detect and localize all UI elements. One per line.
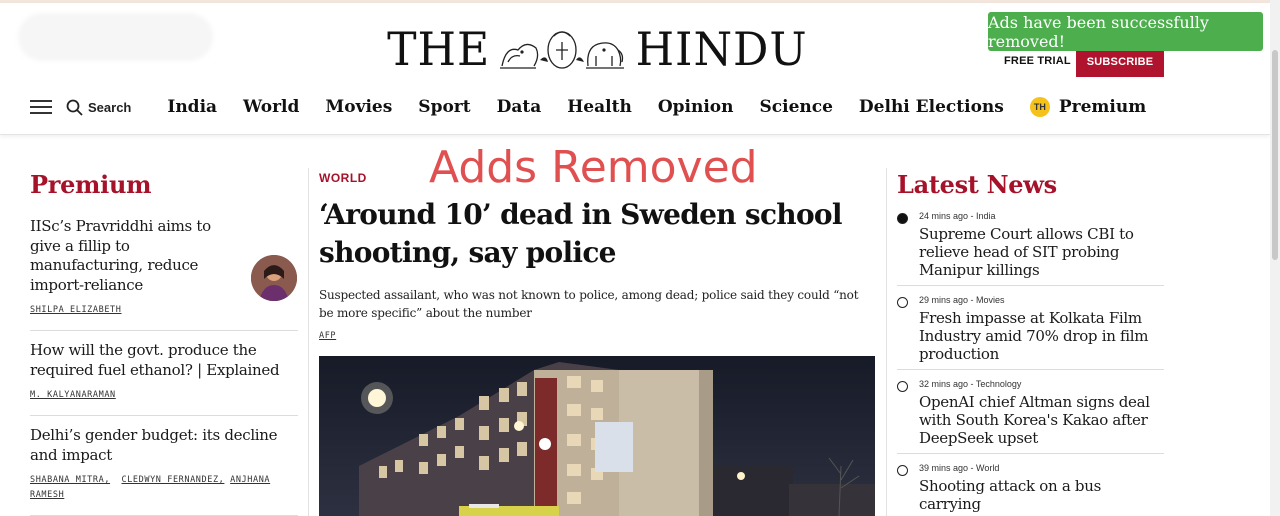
masthead-emblem-icon [500,31,625,69]
latest-news-item[interactable]: 32 mins ago - Technology OpenAI chief Al… [897,379,1164,454]
timeline-dot-icon [897,213,908,224]
news-title[interactable]: Fresh impasse at Kolkata Film Industry a… [919,309,1164,363]
premium-section: Premium IISc’s Pravriddhi aims to give a… [30,170,298,516]
byline: SHILPA ELIZABETH [30,303,298,318]
nav-item-india[interactable]: India [167,97,217,117]
nav-item-world[interactable]: World [243,97,299,117]
news-title[interactable]: OpenAI chief Altman signs deal with Sout… [919,393,1164,447]
nav-item-data[interactable]: Data [497,97,542,117]
lead-image [319,356,875,516]
premium-badge-icon: TH [1029,97,1050,117]
lead-headline[interactable]: ‘Around 10’ dead in Sweden school shooti… [319,196,875,272]
timeline-dot-icon [897,381,908,392]
nav-item-movies[interactable]: Movies [325,97,392,117]
lead-summary: Suspected assailant, who was not known t… [319,288,859,320]
premium-story[interactable]: How will the govt. produce the required … [30,341,298,416]
timeline-dot-icon [897,465,908,476]
premium-story[interactable]: IISc’s Pravriddhi aims to give a fillip … [30,217,298,331]
ads-removed-notification: Ads have been successfully removed! [988,12,1263,51]
news-timeline: 24 mins ago - India Supreme Court allows… [897,211,1167,516]
news-meta: 32 mins ago - Technology [919,379,1022,389]
news-meta: 24 mins ago - India [919,211,996,221]
author-avatar [251,255,297,301]
nav-item-opinion[interactable]: Opinion [658,97,734,117]
byline: SHABANA MITRA, CLEDWYN FERNANDEZ, ANJHAN… [30,473,298,503]
story-category[interactable]: WORLD [319,171,367,185]
column-divider [308,168,309,516]
author-link[interactable]: M. KALYANARAMAN [30,390,116,400]
author-link[interactable]: SHILPA ELIZABETH [30,305,121,315]
free-trial-link[interactable]: FREE TRIAL [1004,55,1071,67]
faded-placeholder [18,13,213,61]
nav-item-sport[interactable]: Sport [418,97,470,117]
news-meta: 29 mins ago - Movies [919,295,1005,305]
lead-photo[interactable] [319,356,875,516]
premium-story[interactable]: Delhi’s gender budget: its decline and i… [30,426,298,516]
logo-text-right: HINDU [635,22,808,76]
news-title[interactable]: Supreme Court allows CBI to relieve head… [919,225,1164,279]
scrollbar-thumb[interactable] [1272,50,1278,260]
search-button[interactable]: Search [66,99,131,116]
news-meta: 39 mins ago - World [919,463,1000,473]
story-title[interactable]: How will the govt. produce the required … [30,341,298,380]
logo-text-left: THE [387,22,491,76]
nav-item-health[interactable]: Health [567,97,632,117]
author-link[interactable]: CLEDWYN FERNANDEZ, [121,475,224,485]
latest-news-item[interactable]: 29 mins ago - Movies Fresh impasse at Ko… [897,295,1164,370]
author-photo [251,255,297,301]
nav-item-science[interactable]: Science [759,97,832,117]
search-label: Search [88,99,132,115]
subscribe-button[interactable]: SUBSCRIBE [1076,47,1164,77]
menu-icon[interactable] [30,100,52,114]
search-icon [66,99,83,116]
column-divider [886,168,887,516]
news-title[interactable]: Shooting attack on a bus carrying [919,477,1164,513]
story-title[interactable]: Delhi’s gender budget: its decline and i… [30,426,298,465]
byline: M. KALYANARAMAN [30,388,298,403]
site-logo[interactable]: THE HINDU [385,25,812,73]
ads-removed-overlay: Adds Removed [429,142,758,193]
author-link[interactable]: SHABANA MITRA, [30,475,110,485]
latest-news-section: Latest News 24 mins ago - India Supreme … [897,170,1167,516]
timeline-dot-icon [897,297,908,308]
nav-item-delhi-elections[interactable]: Delhi Elections [859,97,1004,117]
latest-news-item[interactable]: 39 mins ago - World Shooting attack on a… [897,463,1164,516]
nav-item-premium[interactable]: Premium [1059,97,1146,117]
main-nav: Search India World Movies Sport Data Hea… [30,93,1146,121]
story-source[interactable]: AFP [319,331,336,341]
premium-section-title[interactable]: Premium [30,170,298,199]
story-title[interactable]: IISc’s Pravriddhi aims to give a fillip … [30,217,244,295]
latest-news-title[interactable]: Latest News [897,170,1167,199]
page-scrollbar[interactable] [1270,0,1280,516]
latest-news-item[interactable]: 24 mins ago - India Supreme Court allows… [897,211,1164,286]
